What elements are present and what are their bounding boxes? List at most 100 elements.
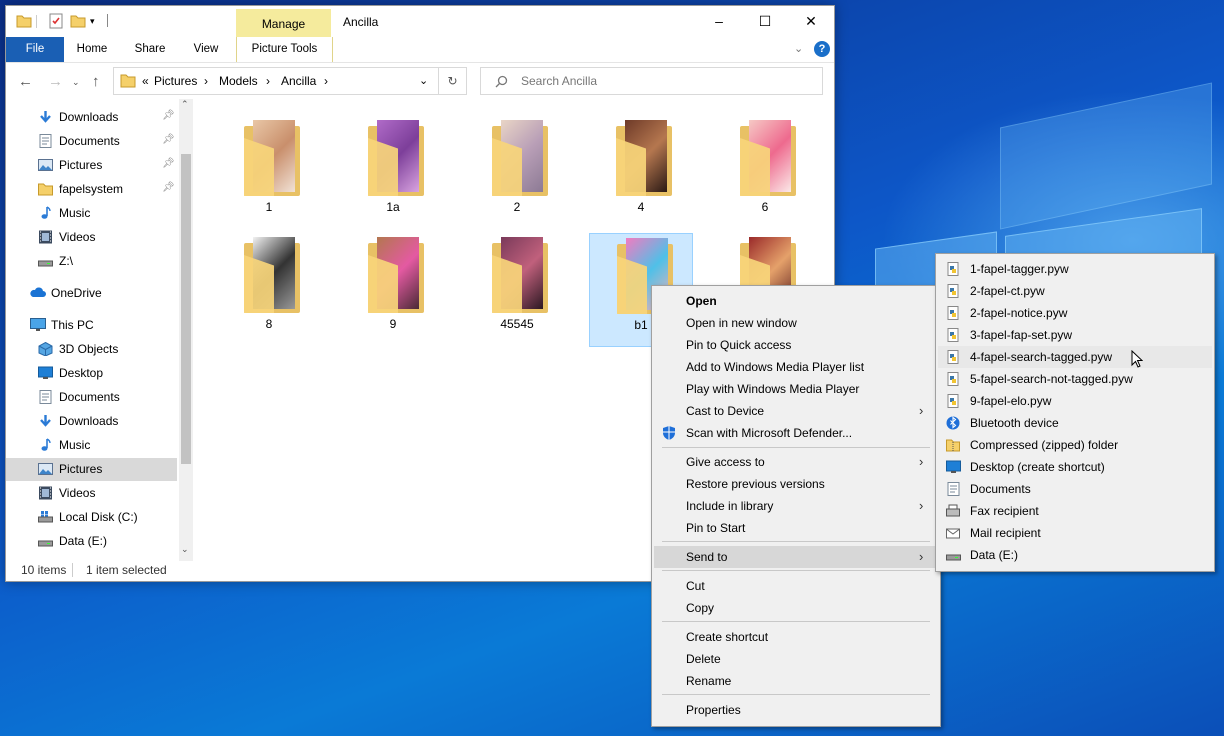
menu-item-play-with-windows-media-player[interactable]: Play with Windows Media Player [652, 378, 940, 400]
tab-home[interactable]: Home [72, 37, 112, 62]
tab-share[interactable]: Share [130, 37, 170, 62]
folder-name: 9 [389, 317, 397, 331]
menu-item-open-in-new-window[interactable]: Open in new window [652, 312, 940, 334]
breadcrumb-separator-icon[interactable]: › [266, 74, 270, 88]
folder-item[interactable]: 9 [341, 233, 445, 347]
menu-item-add-to-windows-media-player-list[interactable]: Add to Windows Media Player list [652, 356, 940, 378]
scroll-down-icon[interactable]: ⌄ [181, 544, 189, 555]
menu-item-copy[interactable]: Copy [652, 597, 940, 619]
sendto-item-2-fapel-notice-pyw[interactable]: 2-fapel-notice.pyw [936, 302, 1214, 324]
sendto-item-data-e[interactable]: Data (E:) [936, 544, 1214, 566]
menu-item-cut[interactable]: Cut [652, 575, 940, 597]
folder-item[interactable]: 4 [589, 116, 693, 230]
refresh-icon[interactable]: ↻ [438, 67, 467, 95]
back-arrow-icon[interactable]: ← [18, 73, 33, 90]
menu-item-pin-to-start[interactable]: Pin to Start [652, 517, 940, 539]
menu-item-create-shortcut[interactable]: Create shortcut [652, 626, 940, 648]
folder-item[interactable]: 8 [217, 233, 321, 347]
sidebar-item-onedrive[interactable]: OneDrive [6, 282, 177, 305]
address-bar[interactable]: « Pictures › Models › Ancilla › ⌄ [113, 67, 439, 95]
sendto-item-4-fapel-search-tagged-pyw[interactable]: 4-fapel-search-tagged.pyw [938, 346, 1212, 368]
help-icon[interactable]: ? [814, 41, 830, 57]
sendto-item-2-fapel-ct-pyw[interactable]: 2-fapel-ct.pyw [936, 280, 1214, 302]
sidebar-item-local-disk-c[interactable]: Local Disk (C:) [6, 506, 177, 529]
sidebar-item-pictures[interactable]: Pictures [6, 458, 177, 481]
search-input[interactable]: Search Ancilla [480, 67, 823, 95]
folder-item[interactable]: 6 [713, 116, 817, 230]
close-button[interactable]: ✕ [788, 6, 834, 37]
menu-item-open[interactable]: Open [652, 290, 940, 312]
sidebar-item-fapelsystem[interactable]: fapelsystem 📌︎ [6, 178, 177, 201]
menu-item-cast-to-device[interactable]: Cast to Device › [652, 400, 940, 422]
breadcrumb-overflow[interactable]: « [142, 74, 149, 88]
folder-item[interactable]: 45545 [465, 233, 569, 347]
sendto-item-5-fapel-search-not-tagged-pyw[interactable]: 5-fapel-search-not-tagged.pyw [936, 368, 1214, 390]
maximize-button[interactable]: ☐ [742, 6, 788, 37]
desktop-icon [38, 366, 53, 380]
menu-item-scan-with-microsoft-defender[interactable]: Scan with Microsoft Defender... [652, 422, 940, 444]
menu-item-send-to[interactable]: Send to › [654, 546, 938, 568]
menu-item-label: Copy [686, 601, 715, 615]
sendto-item-9-fapel-elo-pyw[interactable]: 9-fapel-elo.pyw [936, 390, 1214, 412]
mail-icon [946, 526, 960, 540]
tab-picture-tools[interactable]: Picture Tools [236, 37, 333, 62]
sendto-item-mail-recipient[interactable]: Mail recipient [936, 522, 1214, 544]
breadcrumb-separator-icon[interactable]: › [204, 74, 208, 88]
sendto-item-compressed-zipped-folder[interactable]: Compressed (zipped) folder [936, 434, 1214, 456]
breadcrumb-separator-icon[interactable]: › [324, 74, 328, 88]
sendto-item-1-fapel-tagger-pyw[interactable]: 1-fapel-tagger.pyw [936, 258, 1214, 280]
menu-item-give-access-to[interactable]: Give access to › [652, 451, 940, 473]
recent-locations-icon[interactable]: ⌄ [72, 77, 80, 88]
new-folder-icon[interactable] [70, 13, 86, 29]
tab-view[interactable]: View [188, 37, 224, 62]
breadcrumb-ancilla[interactable]: Ancilla [281, 74, 316, 88]
scroll-up-icon[interactable]: ⌃ [181, 99, 189, 110]
sendto-item-desktop-create-shortcut[interactable]: Desktop (create shortcut) [936, 456, 1214, 478]
sidebar-item-documents[interactable]: Documents [6, 386, 177, 409]
python-file-icon [946, 262, 960, 276]
breadcrumb-pictures[interactable]: Pictures [154, 74, 197, 88]
sidebar-item-z[interactable]: Z:\ [6, 250, 177, 273]
menu-item-properties[interactable]: Properties [652, 699, 940, 721]
sidebar-item-3d-objects[interactable]: 3D Objects [6, 338, 177, 361]
sidebar-item-label: Local Disk (C:) [59, 510, 138, 524]
menu-item-rename[interactable]: Rename [652, 670, 940, 692]
menu-item-pin-to-quick-access[interactable]: Pin to Quick access [652, 334, 940, 356]
breadcrumb-models[interactable]: Models [219, 74, 258, 88]
manage-contextual-tab[interactable]: Manage [236, 9, 331, 37]
sidebar-item-videos[interactable]: Videos [6, 482, 177, 505]
minimize-button[interactable]: – [696, 6, 742, 37]
menu-item-include-in-library[interactable]: Include in library › [652, 495, 940, 517]
folder-item[interactable]: 1 [217, 116, 321, 230]
folder-item[interactable]: 1a [341, 116, 445, 230]
address-dropdown-icon[interactable]: ⌄ [419, 74, 428, 87]
sidebar-item-downloads[interactable]: Downloads 📌︎ [6, 106, 177, 129]
sidebar-item-desktop[interactable]: Desktop [6, 362, 177, 385]
expand-ribbon-icon[interactable]: ⌄ [794, 42, 803, 55]
sendto-item-fax-recipient[interactable]: Fax recipient [936, 500, 1214, 522]
menu-item-label: Open [686, 294, 717, 308]
sendto-item-3-fapel-fap-set-pyw[interactable]: 3-fapel-fap-set.pyw [936, 324, 1214, 346]
sidebar-item-videos[interactable]: Videos [6, 226, 177, 249]
scrollbar-thumb[interactable] [181, 154, 191, 464]
up-arrow-icon[interactable]: ↑ [92, 73, 100, 90]
properties-icon[interactable] [48, 13, 64, 29]
sidebar-item-music[interactable]: Music [6, 434, 177, 457]
menu-item-restore-previous-versions[interactable]: Restore previous versions [652, 473, 940, 495]
sidebar-item-downloads[interactable]: Downloads [6, 410, 177, 433]
context-menu: Open Open in new window Pin to Quick acces… [651, 285, 941, 727]
nav-scrollbar[interactable]: ⌃ ⌄ [179, 99, 193, 561]
sidebar-item-this-pc[interactable]: This PC [6, 314, 177, 337]
customize-toolbar-icon[interactable]: ▾ [90, 16, 106, 32]
forward-arrow-icon[interactable]: → [48, 73, 63, 90]
tab-file[interactable]: File [6, 37, 64, 62]
sidebar-item-pictures[interactable]: Pictures 📌︎ [6, 154, 177, 177]
sendto-item-documents[interactable]: Documents [936, 478, 1214, 500]
sendto-item-bluetooth-device[interactable]: Bluetooth device [936, 412, 1214, 434]
sidebar-item-documents[interactable]: Documents 📌︎ [6, 130, 177, 153]
folder-icon[interactable] [16, 13, 32, 29]
sidebar-item-data-e[interactable]: Data (E:) [6, 530, 177, 553]
menu-item-delete[interactable]: Delete [652, 648, 940, 670]
folder-item[interactable]: 2 [465, 116, 569, 230]
sidebar-item-music[interactable]: Music [6, 202, 177, 225]
